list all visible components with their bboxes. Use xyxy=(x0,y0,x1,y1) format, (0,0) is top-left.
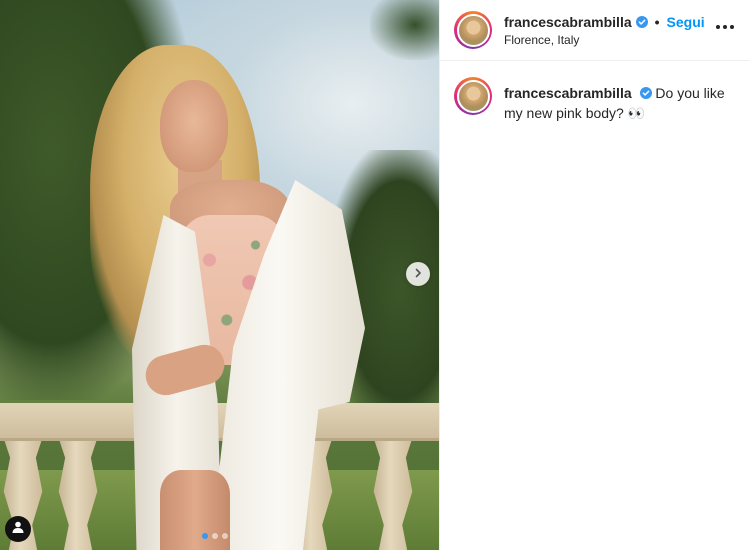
carousel-dot xyxy=(202,533,208,539)
name-row: francescabrambilla • Segui xyxy=(504,14,705,30)
verified-badge-icon xyxy=(635,15,648,28)
post-photo[interactable] xyxy=(0,0,439,550)
post-caption: francescabrambilla Do you like my new pi… xyxy=(440,61,750,123)
more-options-icon xyxy=(730,25,734,29)
carousel-next-button[interactable] xyxy=(406,262,430,286)
post-side-panel: francescabrambilla • Segui Florence, Ita… xyxy=(439,0,750,550)
photo-balustrade-rail xyxy=(0,403,439,441)
follow-button[interactable]: Segui xyxy=(667,14,705,30)
verified-badge-icon xyxy=(639,87,652,99)
avatar-image xyxy=(456,79,490,113)
user-tag-icon xyxy=(11,520,25,539)
carousel-indicator xyxy=(202,533,228,539)
more-options-button[interactable] xyxy=(714,21,736,33)
more-options-icon xyxy=(723,25,727,29)
more-options-icon xyxy=(716,25,720,29)
location-link[interactable]: Florence, Italy xyxy=(504,33,705,47)
post-header-info: francescabrambilla • Segui Florence, Ita… xyxy=(504,14,705,47)
carousel-dot xyxy=(222,533,228,539)
post-header: francescabrambilla • Segui Florence, Ita… xyxy=(440,0,750,61)
avatar-image xyxy=(456,13,490,47)
username-link[interactable]: francescabrambilla xyxy=(504,14,632,30)
separator-dot: • xyxy=(654,13,660,30)
photo-subject-face xyxy=(160,80,228,172)
caption-body: francescabrambilla Do you like my new pi… xyxy=(504,83,736,123)
user-tags-button[interactable] xyxy=(5,516,31,542)
chevron-right-icon xyxy=(413,265,423,283)
avatar[interactable] xyxy=(454,77,492,115)
photo-tree xyxy=(370,0,439,60)
carousel-dot xyxy=(212,533,218,539)
avatar[interactable] xyxy=(454,11,492,49)
caption-username-link[interactable]: francescabrambilla xyxy=(504,85,632,101)
